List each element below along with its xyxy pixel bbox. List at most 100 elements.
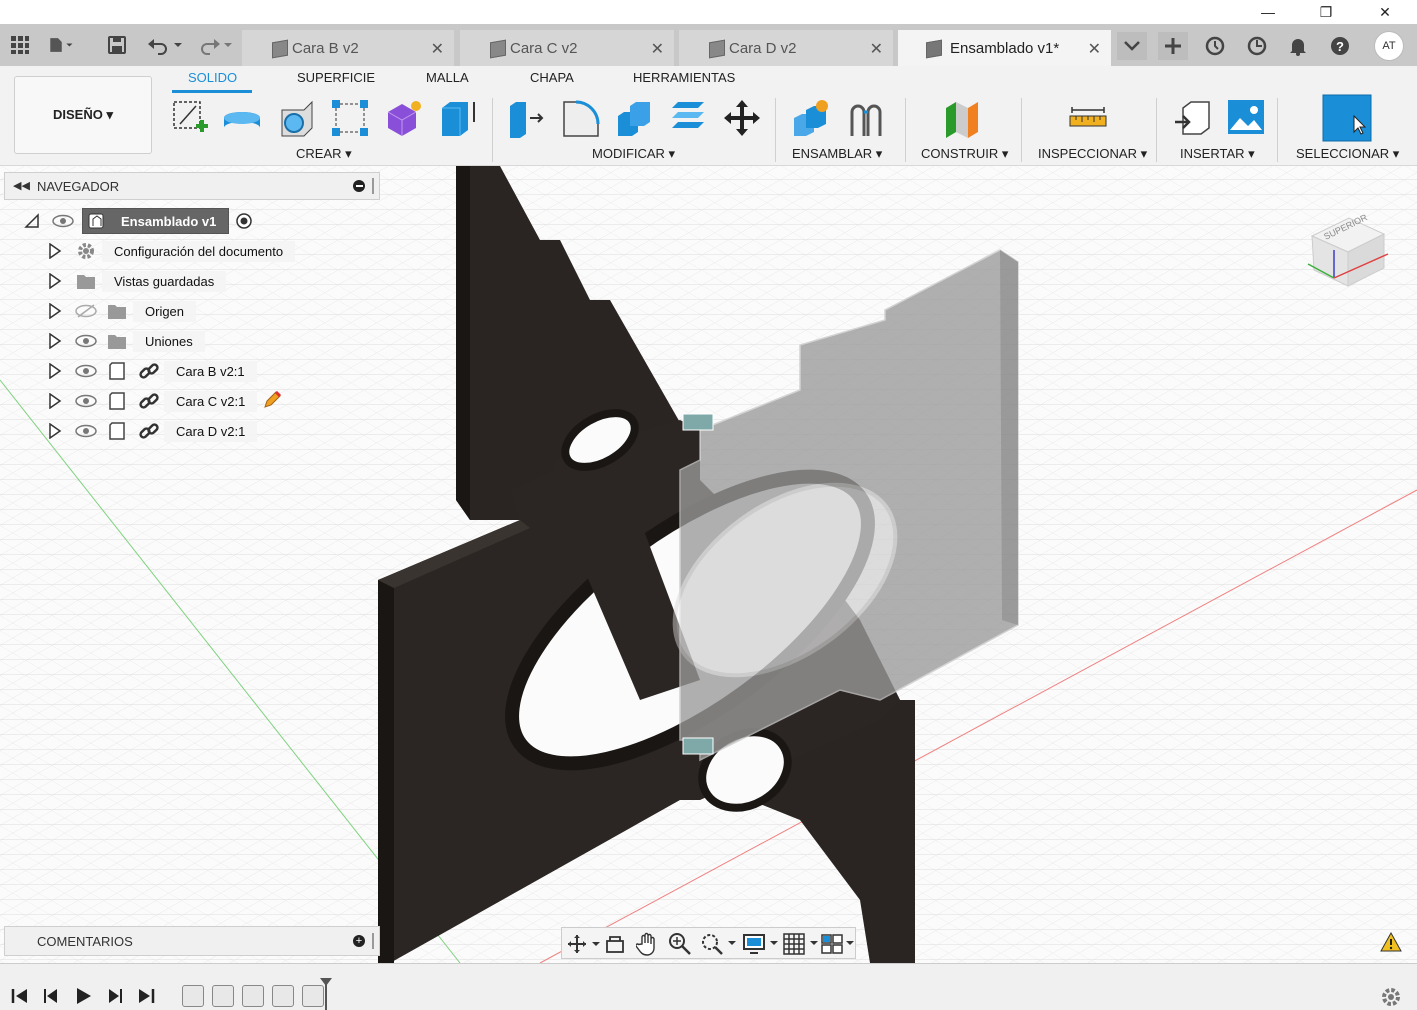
expand-right-icon[interactable] xyxy=(48,333,62,349)
fillet-icon[interactable] xyxy=(560,98,600,138)
close-tab-icon[interactable]: ✕ xyxy=(870,39,883,59)
measure-icon[interactable] xyxy=(1068,98,1108,138)
timeline-feature-item[interactable] xyxy=(242,985,264,1007)
tree-item-joints[interactable]: Uniones xyxy=(0,330,380,352)
help-icon[interactable]: ? xyxy=(1325,32,1355,60)
expand-right-icon[interactable] xyxy=(48,393,62,409)
insertar-group-label[interactable]: INSERTAR ▾ xyxy=(1180,146,1255,162)
ensamblar-group-label[interactable]: ENSAMBLAR ▾ xyxy=(792,146,882,162)
collapse-panel-icon[interactable] xyxy=(353,180,365,192)
display-settings-icon[interactable] xyxy=(742,932,778,956)
expand-right-icon[interactable] xyxy=(48,363,62,379)
edit-pencil-icon[interactable] xyxy=(262,390,282,410)
go-to-start-icon[interactable] xyxy=(10,986,30,1006)
modificar-group-label[interactable]: MODIFICAR ▾ xyxy=(592,146,675,162)
visibility-eye-icon[interactable] xyxy=(75,424,97,438)
press-pull-icon[interactable] xyxy=(506,98,546,138)
split-body-icon[interactable] xyxy=(668,98,708,138)
tab-overflow-icon[interactable] xyxy=(1117,32,1147,60)
timeline-feature-item[interactable] xyxy=(182,985,204,1007)
move-copy-icon[interactable] xyxy=(722,98,762,138)
tree-item-cara-b[interactable]: Cara B v2:1 xyxy=(0,360,380,382)
save-icon[interactable] xyxy=(104,32,130,58)
panel-grip-icon[interactable] xyxy=(372,933,374,949)
tab-superficie[interactable]: SUPERFICIE xyxy=(297,70,375,85)
combine-icon[interactable] xyxy=(614,98,654,138)
zoom-icon[interactable] xyxy=(668,932,692,956)
create-sketch-icon[interactable] xyxy=(170,98,210,138)
expand-down-icon[interactable] xyxy=(24,213,40,229)
play-icon[interactable] xyxy=(73,986,93,1006)
link-icon[interactable] xyxy=(138,391,160,411)
close-tab-icon[interactable]: ✕ xyxy=(651,39,664,59)
tab-ensamblado[interactable]: Ensamblado v1* ✕ xyxy=(898,30,1111,66)
workspace-selector[interactable]: DISEÑO ▾ xyxy=(14,76,152,154)
expand-right-icon[interactable] xyxy=(48,243,62,259)
tab-cara-b[interactable]: Cara B v2 ✕ xyxy=(242,30,454,66)
tree-item-saved-views[interactable]: Vistas guardadas xyxy=(0,270,380,292)
tree-item-settings[interactable]: Configuración del documento xyxy=(0,240,380,262)
grid-menu-icon[interactable] xyxy=(7,32,33,58)
timeline-feature-item[interactable] xyxy=(212,985,234,1007)
new-component-icon[interactable] xyxy=(790,98,830,138)
pan-hand-icon[interactable] xyxy=(636,932,658,956)
minimize-button[interactable]: — xyxy=(1245,0,1291,24)
close-tab-icon[interactable]: ✕ xyxy=(1088,39,1101,59)
close-tab-icon[interactable]: ✕ xyxy=(431,39,444,59)
job-status-icon[interactable] xyxy=(1242,32,1272,60)
tab-solido[interactable]: SOLIDO xyxy=(188,70,237,85)
form-icon[interactable] xyxy=(384,98,424,138)
sync-icon[interactable] xyxy=(1200,32,1230,60)
step-forward-icon[interactable] xyxy=(104,986,124,1006)
extrude-icon[interactable] xyxy=(222,98,262,138)
joint-icon[interactable] xyxy=(846,98,886,138)
construir-group-label[interactable]: CONSTRUIR ▾ xyxy=(921,146,1008,162)
restore-button[interactable]: ❐ xyxy=(1303,0,1349,24)
expand-right-icon[interactable] xyxy=(48,423,62,439)
crear-group-label[interactable]: CREAR ▾ xyxy=(296,146,352,162)
new-tab-icon[interactable] xyxy=(1158,32,1188,60)
viewports-icon[interactable] xyxy=(820,932,856,956)
seleccionar-group-label[interactable]: SELECCIONAR ▾ xyxy=(1296,146,1399,162)
close-window-button[interactable]: ✕ xyxy=(1362,0,1408,24)
insert-derive-icon[interactable] xyxy=(1173,98,1213,138)
revolve-icon[interactable] xyxy=(276,98,316,138)
offset-plane-icon[interactable] xyxy=(942,98,982,138)
visibility-eye-icon[interactable] xyxy=(75,334,97,348)
file-menu-icon[interactable] xyxy=(48,32,74,58)
tab-malla[interactable]: MALLA xyxy=(426,70,469,85)
look-at-icon[interactable] xyxy=(604,933,626,955)
visibility-eye-icon[interactable] xyxy=(52,214,74,228)
grid-settings-icon[interactable] xyxy=(782,932,818,956)
viewcube[interactable]: SUPERIOR xyxy=(1304,206,1394,290)
add-comment-icon[interactable]: + xyxy=(353,935,365,947)
collapse-arrows-icon[interactable]: ◀◀ xyxy=(13,179,30,192)
link-icon[interactable] xyxy=(138,361,160,381)
insert-canvas-icon[interactable] xyxy=(1226,98,1266,138)
visibility-eye-icon[interactable] xyxy=(75,394,97,408)
orbit-icon[interactable] xyxy=(566,933,600,955)
redo-icon[interactable] xyxy=(196,32,236,58)
expand-right-icon[interactable] xyxy=(48,303,62,319)
notifications-bell-icon[interactable] xyxy=(1283,32,1313,60)
sweep-icon[interactable] xyxy=(330,98,370,138)
joint-marker[interactable] xyxy=(682,413,714,431)
warning-icon[interactable] xyxy=(1380,932,1402,952)
root-component-chip[interactable]: Ensamblado v1 xyxy=(82,208,230,234)
visibility-eye-icon[interactable] xyxy=(75,364,97,378)
user-avatar[interactable]: AT xyxy=(1374,31,1404,61)
tree-item-cara-c[interactable]: Cara C v2:1 xyxy=(0,390,380,412)
panel-grip-icon[interactable] xyxy=(372,178,374,194)
inspeccionar-group-label[interactable]: INSPECCIONAR ▾ xyxy=(1038,146,1147,162)
timeline-feature-item[interactable] xyxy=(272,985,294,1007)
zoom-window-icon[interactable] xyxy=(700,932,736,956)
tab-cara-d[interactable]: Cara D v2 ✕ xyxy=(679,30,893,66)
tree-root-row[interactable]: Ensamblado v1 xyxy=(24,208,253,234)
expand-right-icon[interactable] xyxy=(48,273,62,289)
tree-item-origin[interactable]: Origen xyxy=(0,300,380,322)
joint-marker[interactable] xyxy=(682,737,714,755)
comments-panel[interactable]: COMENTARIOS + xyxy=(4,926,380,956)
tab-herramientas[interactable]: HERRAMIENTAS xyxy=(633,70,735,85)
select-icon[interactable] xyxy=(1322,94,1372,142)
step-back-icon[interactable] xyxy=(42,986,62,1006)
